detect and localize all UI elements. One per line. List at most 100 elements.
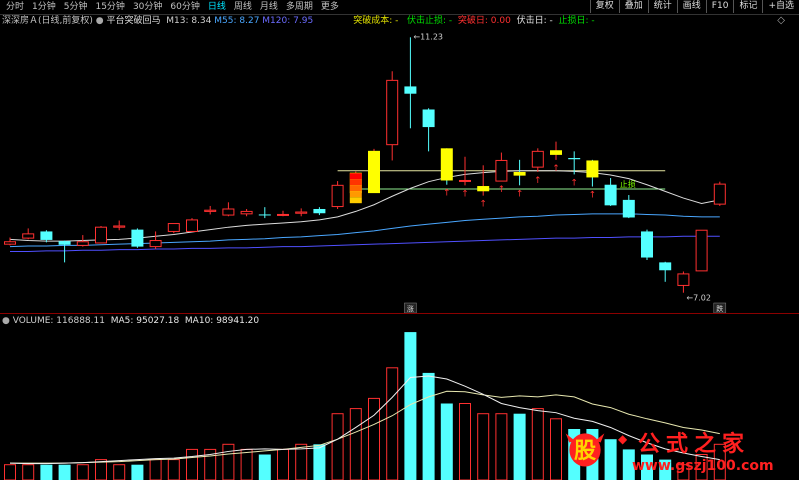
volume-bar-down xyxy=(440,403,453,480)
candle-body-up xyxy=(386,79,399,146)
site-logo-char: 股 xyxy=(574,439,597,464)
candle-body-up xyxy=(695,229,708,272)
volume-bar-up xyxy=(167,459,180,480)
breakout-arrow-icon: ↑ xyxy=(589,191,597,201)
candle-body-up xyxy=(240,210,253,215)
breakout-arrow-icon: ↑ xyxy=(461,189,469,199)
candle-body-down xyxy=(604,184,617,206)
site-watermark: 股 ◆ 公式之家 www.gszj100.com xyxy=(562,426,792,478)
volume-bar-down xyxy=(422,372,435,480)
ma13-line xyxy=(9,170,720,242)
candle-body-down xyxy=(313,208,326,214)
volume-bar-up xyxy=(22,464,35,480)
stop-label: 止损 xyxy=(620,179,636,189)
volume-bar-up xyxy=(368,397,380,480)
day-marker-label: 涨 xyxy=(407,304,414,313)
breakout-arrow-icon: ↑ xyxy=(516,189,524,199)
candle-body-down xyxy=(659,262,672,271)
volume-bar-up xyxy=(113,464,126,480)
candle-body-down xyxy=(568,158,581,160)
volume-bar-down xyxy=(513,413,526,480)
breakout-arrow-icon: ↑ xyxy=(570,178,578,188)
low-price-label: ←7.02 xyxy=(686,294,711,303)
candle-body-highlight xyxy=(513,171,526,176)
kline-chart[interactable]: ↑ ↑ ↑ ↑ ↑ ↑ ↑ ↑ ↑ ←11.23 ←7.02 止损涨 跌 xyxy=(0,0,799,480)
candle-body-up xyxy=(4,241,16,245)
candle-body-down xyxy=(622,199,635,218)
candle-body-up xyxy=(295,211,308,214)
site-url[interactable]: www.gszj100.com xyxy=(632,458,774,474)
candle-body-up xyxy=(331,184,344,208)
volume-bar-down xyxy=(131,464,144,480)
candle-body-highlight xyxy=(440,148,453,181)
candle-body-up xyxy=(531,150,544,168)
breakout-gradient xyxy=(349,197,362,204)
candle-body-up xyxy=(677,273,690,286)
volume-bar-up xyxy=(495,413,508,480)
candle-body-up xyxy=(95,226,107,244)
volume-bar-up xyxy=(295,443,308,480)
candle-body-up xyxy=(459,179,471,182)
candle-body-up xyxy=(277,213,289,216)
candle-body-down xyxy=(40,231,53,240)
candle-body-up xyxy=(149,240,162,248)
candle-body-down xyxy=(258,214,271,216)
breakout-arrow-icon: ↑ xyxy=(498,185,506,195)
candle-body-up xyxy=(713,183,726,205)
candle-body-up xyxy=(477,186,490,192)
volume-bar-down xyxy=(258,454,271,480)
volume-bar-up xyxy=(349,408,362,480)
volume-bar-down xyxy=(58,464,71,480)
site-logo-icon: 股 xyxy=(565,433,605,467)
volume-bar-up xyxy=(386,367,399,480)
breakout-gradient xyxy=(349,185,362,192)
volume-info-bar: ● VOLUME: 116888.11 MA5: 95027.18 MA10: … xyxy=(2,316,259,326)
volume-bar-up xyxy=(459,403,471,480)
candle-body-up xyxy=(113,225,126,228)
volume-bar-up xyxy=(550,418,562,480)
breakout-arrow-icon: ↑ xyxy=(479,200,487,210)
candle-body-up xyxy=(186,219,198,232)
volume-bar-up xyxy=(222,443,235,480)
candle-body-down xyxy=(58,241,71,245)
pane-divider[interactable] xyxy=(0,313,799,314)
candle-body-up xyxy=(22,233,35,239)
breakout-gradient xyxy=(349,179,362,186)
candle-body-up xyxy=(495,159,508,182)
volume-bar-up xyxy=(240,448,253,480)
candle-body-up xyxy=(167,223,180,232)
candle-body-down xyxy=(404,86,417,94)
volume-value: VOLUME: 116888.11 xyxy=(12,316,105,326)
volume-ma5: MA5: 95027.18 xyxy=(110,316,180,326)
volume-bar-up xyxy=(477,413,490,480)
volume-bar-up xyxy=(186,448,198,480)
breakout-gradient xyxy=(349,173,362,180)
candle-body-down xyxy=(131,229,144,247)
ma55-line xyxy=(9,213,720,248)
volume-bar-up xyxy=(277,448,289,480)
volume-bar-down xyxy=(313,444,326,480)
breakout-arrow-icon: ↑ xyxy=(534,176,542,186)
site-title: 公式之家 xyxy=(638,431,751,457)
high-price-label: ←11.23 xyxy=(413,32,443,41)
candle-body-up xyxy=(550,150,562,155)
candle-body-up xyxy=(204,209,217,212)
volume-bar-up xyxy=(4,464,16,480)
candle-body-down xyxy=(641,231,653,258)
volume-bar-down xyxy=(40,464,53,480)
watermark-diamond-icon: ◆ xyxy=(618,432,628,446)
candle-body-up xyxy=(76,241,89,246)
candle-body-down xyxy=(422,109,435,128)
breakout-gradient xyxy=(349,191,362,198)
candle-body-up xyxy=(222,208,235,216)
volume-bar-down xyxy=(404,332,417,480)
volume-ma10: MA10: 98941.20 xyxy=(184,316,260,326)
volume-bar-up xyxy=(331,413,344,480)
volume-bar-up xyxy=(531,408,544,480)
day-marker-label: 跌 xyxy=(716,304,723,313)
candle-body-highlight xyxy=(586,160,599,178)
candle-body-up xyxy=(368,150,380,194)
breakout-arrow-icon: ↑ xyxy=(552,164,560,174)
volume-dot-icon: ● xyxy=(2,316,13,326)
breakout-arrow-icon: ↑ xyxy=(443,189,451,199)
